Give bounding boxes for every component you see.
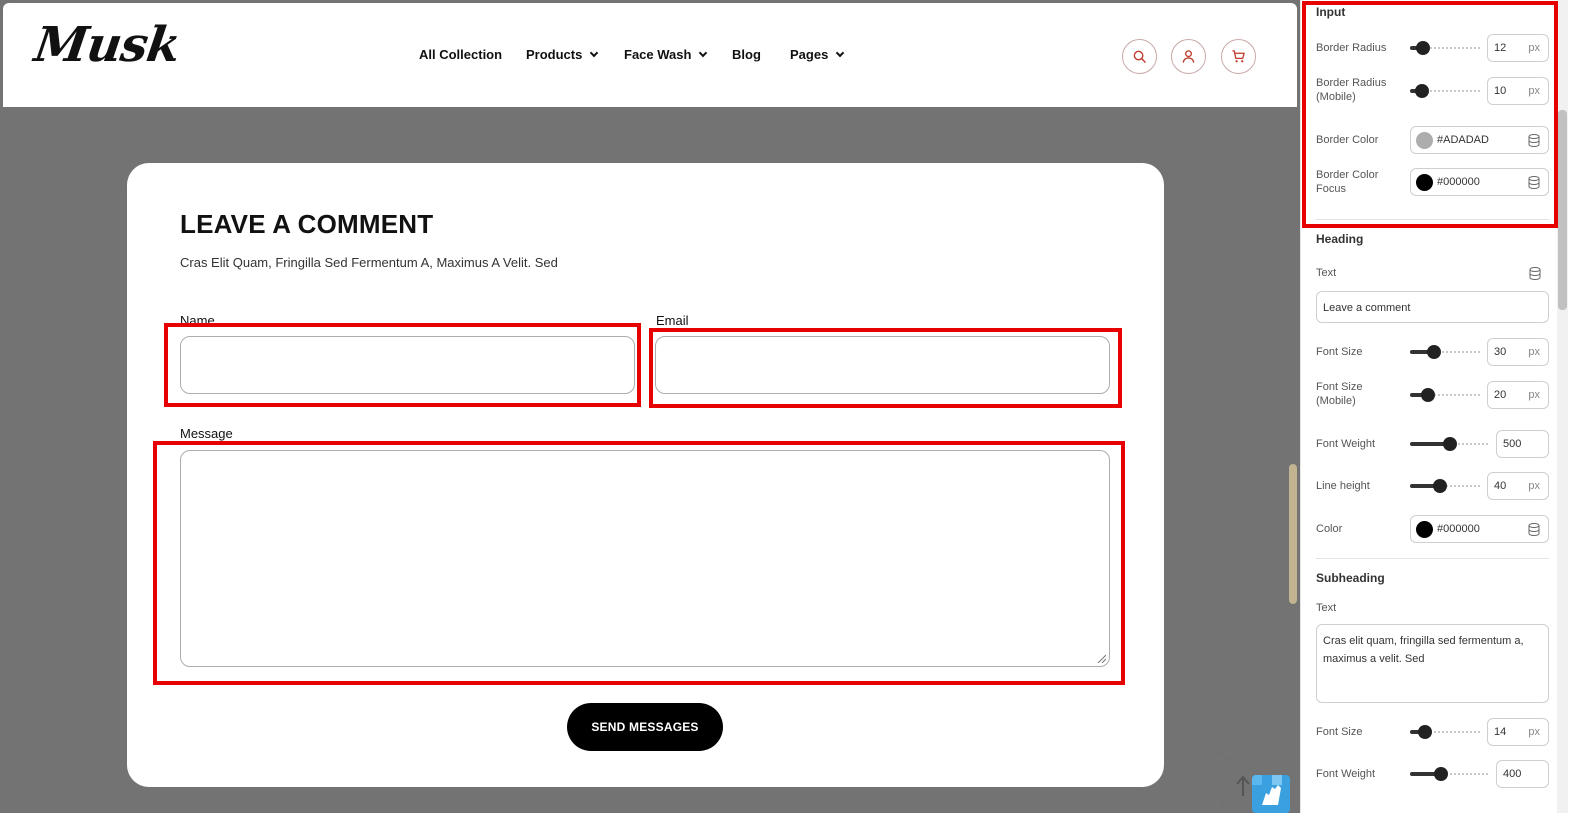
heading-font-size-mobile-input[interactable]: 20 px — [1487, 381, 1549, 409]
nav-label: Face Wash — [624, 47, 692, 62]
number-value: 30 — [1494, 346, 1507, 358]
database-icon[interactable] — [1528, 523, 1540, 536]
heading-font-size-label: Font Size — [1316, 346, 1363, 358]
heading-font-size-mobile-label: Font Size (Mobile) — [1316, 381, 1363, 407]
nav-products[interactable]: Products — [526, 47, 599, 62]
number-value: 400 — [1503, 768, 1522, 780]
heading-font-weight-label: Font Weight — [1316, 438, 1376, 450]
heading-font-size-slider[interactable] — [1410, 345, 1480, 359]
subheading-font-weight-input[interactable]: 400 — [1496, 760, 1549, 788]
highlight-input-section — [1302, 1, 1558, 228]
color-swatch[interactable] — [1416, 521, 1433, 538]
nav-label: Pages — [790, 47, 829, 62]
subheading-font-size-input[interactable]: 14 px — [1487, 718, 1549, 746]
site-logo[interactable]: Musk — [31, 17, 183, 73]
slider-handle[interactable] — [1434, 767, 1448, 781]
number-value: 40 — [1494, 480, 1507, 492]
chevron-down-icon — [836, 48, 845, 57]
preview-scrollbar-thumb[interactable] — [1289, 464, 1297, 604]
cart-icon — [1232, 50, 1245, 63]
panel-scrollbar-thumb[interactable] — [1558, 110, 1567, 310]
slider-handle[interactable] — [1418, 725, 1432, 739]
section-divider — [1316, 558, 1549, 559]
heading-color-label: Color — [1316, 523, 1343, 535]
heading-color-picker[interactable]: #000000 — [1410, 515, 1549, 543]
hand-icon — [1252, 775, 1290, 813]
heading-line-height-input[interactable]: 40 px — [1487, 472, 1549, 500]
subheading-font-size-label: Font Size — [1316, 726, 1363, 738]
form-subheading: Cras Elit Quam, Fringilla Sed Fermentum … — [180, 255, 558, 270]
arrow-up-icon — [1236, 775, 1250, 796]
nav-pages[interactable]: Pages — [790, 47, 845, 62]
send-messages-button[interactable]: SEND MESSAGES — [567, 703, 723, 751]
number-value: 20 — [1494, 389, 1507, 401]
highlight-email-field — [649, 328, 1122, 408]
cart-button[interactable] — [1221, 39, 1256, 74]
nav-blog[interactable]: Blog — [732, 47, 761, 62]
nav-label: Blog — [732, 47, 761, 62]
number-value: 500 — [1503, 438, 1522, 450]
heading-font-size-mobile-slider[interactable] — [1410, 388, 1480, 402]
scroll-top-text: SCROLL TO TOP — [1212, 752, 1242, 805]
search-button[interactable] — [1122, 39, 1157, 74]
section-title-heading: Heading — [1316, 232, 1364, 246]
preview-canvas: Musk All Collection Products Face Wash B… — [0, 0, 1300, 813]
slider-handle[interactable] — [1443, 437, 1457, 451]
message-label: Message — [180, 426, 233, 441]
heading-font-weight-input[interactable]: 500 — [1496, 430, 1549, 458]
site-header: Musk All Collection Products Face Wash B… — [3, 3, 1297, 107]
heading-font-size-input[interactable]: 30 px — [1487, 338, 1549, 366]
user-icon — [1182, 50, 1195, 63]
nav-all-collection[interactable]: All Collection — [419, 47, 502, 62]
slider-handle[interactable] — [1421, 388, 1435, 402]
chevron-down-icon — [590, 48, 599, 57]
heading-line-height-slider[interactable] — [1410, 479, 1480, 493]
section-title-subheading: Subheading — [1316, 571, 1385, 585]
panel-edge — [1568, 0, 1593, 813]
unit-label: px — [1528, 726, 1540, 738]
slider-handle[interactable] — [1433, 479, 1447, 493]
unit-label: px — [1528, 346, 1540, 358]
heading-text-label: Text — [1316, 267, 1337, 279]
support-badge[interactable] — [1252, 775, 1290, 813]
subheading-font-weight-slider[interactable] — [1410, 767, 1488, 781]
color-hex: #000000 — [1437, 523, 1480, 535]
number-value: 14 — [1494, 726, 1507, 738]
email-label: Email — [656, 313, 689, 328]
subheading-font-weight-label: Font Weight — [1316, 768, 1376, 780]
account-button[interactable] — [1171, 39, 1206, 74]
nav-label: Products — [526, 47, 583, 62]
unit-label: px — [1528, 389, 1540, 401]
highlight-name-field — [164, 323, 641, 407]
heading-line-height-label: Line height — [1316, 480, 1370, 492]
unit-label: px — [1528, 480, 1540, 492]
search-icon — [1133, 50, 1146, 63]
highlight-message-field — [153, 441, 1125, 685]
nav-face-wash[interactable]: Face Wash — [624, 47, 708, 62]
subheading-text-input[interactable]: Cras elit quam, fringilla sed fermentum … — [1316, 624, 1549, 703]
svg-text:SCROLL TO TOP: SCROLL TO TOP — [1212, 752, 1243, 805]
form-heading: LEAVE A COMMENT — [180, 209, 434, 239]
database-icon[interactable] — [1529, 267, 1541, 280]
heading-font-weight-slider[interactable] — [1410, 437, 1488, 451]
slider-handle[interactable] — [1427, 345, 1441, 359]
subheading-text-label: Text — [1316, 602, 1337, 614]
nav-label: All Collection — [419, 47, 503, 62]
subheading-font-size-slider[interactable] — [1410, 725, 1480, 739]
chevron-down-icon — [699, 48, 708, 57]
heading-text-input[interactable]: Leave a comment — [1316, 291, 1549, 323]
